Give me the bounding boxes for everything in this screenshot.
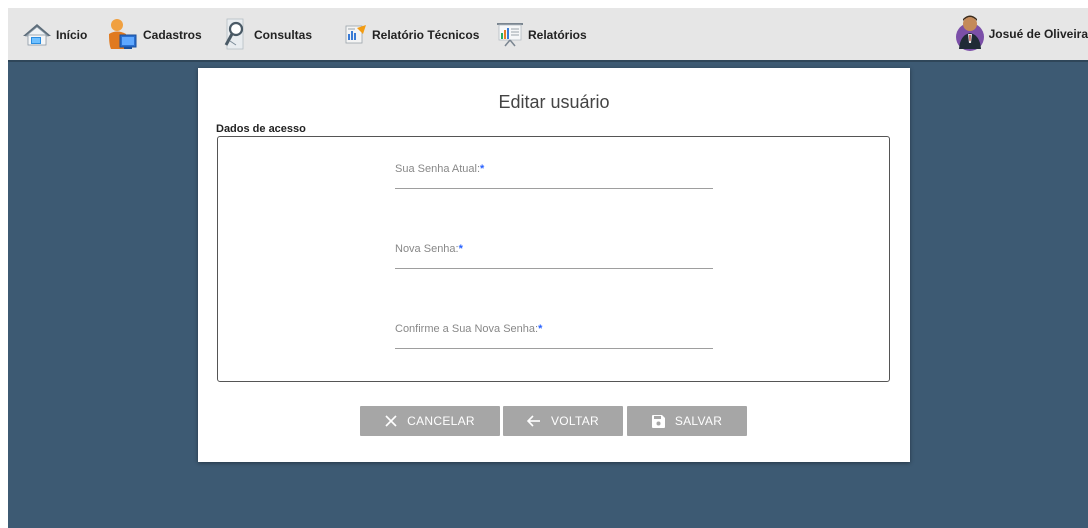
nav-item-relatorios[interactable]: Relatórios (496, 16, 587, 54)
nav-label: Início (56, 28, 88, 42)
save-button[interactable]: SALVAR (627, 406, 747, 436)
current-password-field[interactable]: Sua Senha Atual:* (395, 163, 713, 189)
nav-label: Consultas (254, 28, 313, 42)
nav-item-inicio[interactable]: Início (22, 16, 87, 54)
nav-item-consultas[interactable]: Consultas (222, 16, 312, 54)
save-button-label: SALVAR (674, 414, 723, 428)
access-data-fieldset: Sua Senha Atual:* Nova Senha:* Confirme … (217, 136, 890, 382)
page-title: Editar usuário (498, 92, 610, 112)
technical-report-icon (344, 22, 368, 49)
confirm-password-field[interactable]: Confirme a Sua Nova Senha:* (395, 323, 713, 349)
nav-item-relatorio-tecnicos[interactable]: Relatório Técnicos (344, 16, 479, 54)
top-navigation-bar: Início Cadastros Consultas Relatório Téc… (8, 8, 1088, 62)
nav-item-cadastros[interactable]: Cadastros (107, 16, 202, 54)
magnifier-icon (222, 17, 250, 54)
nav-label: Relatórios (528, 28, 587, 42)
back-button[interactable]: VOLTAR (503, 406, 623, 436)
current-password-input[interactable] (395, 163, 713, 188)
cancel-button[interactable]: CANCELAR (360, 406, 500, 436)
confirm-password-input[interactable] (395, 323, 713, 348)
close-icon (385, 415, 397, 427)
nav-label: Relatório Técnicos (372, 28, 480, 42)
user-register-icon (107, 17, 139, 54)
presentation-chart-icon (496, 21, 524, 50)
back-button-label: VOLTAR (550, 414, 600, 428)
new-password-input[interactable] (395, 243, 713, 268)
page-background: Início Cadastros Consultas Relatório Téc… (8, 8, 1088, 528)
user-name: Josué de Oliveira (988, 27, 1088, 41)
nav-label: Cadastros (143, 28, 202, 42)
section-legend: Dados de acesso (216, 123, 306, 135)
arrow-left-icon (526, 415, 541, 427)
home-icon (22, 22, 52, 49)
cancel-button-label: CANCELAR (407, 414, 475, 428)
avatar (955, 13, 985, 56)
user-menu[interactable]: Josué de Oliveira (955, 12, 1088, 56)
floppy-disk-icon (651, 414, 665, 428)
edit-user-card: Editar usuário Dados de acesso Sua Senha… (198, 68, 910, 462)
new-password-field[interactable]: Nova Senha:* (395, 243, 713, 269)
